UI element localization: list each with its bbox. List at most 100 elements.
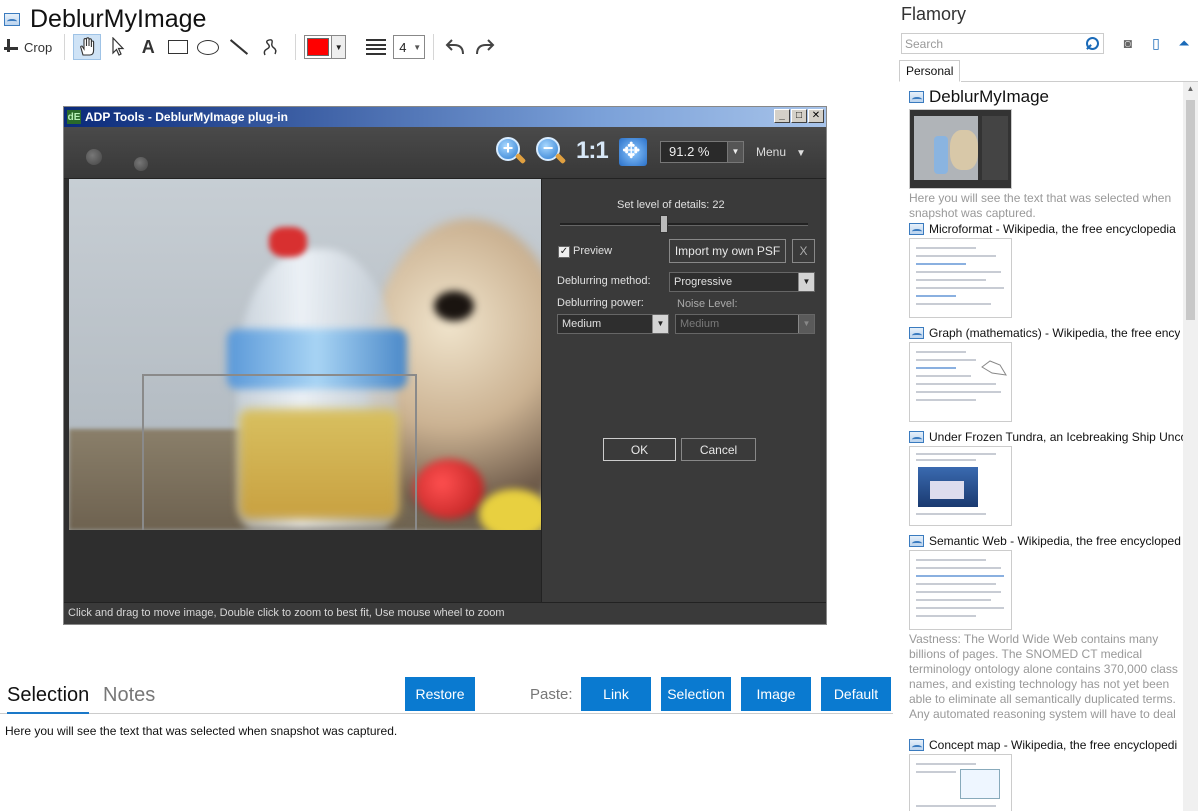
rectangle-tool-button[interactable] — [165, 34, 191, 60]
crop-button[interactable]: Crop — [4, 34, 52, 60]
preview-checkbox: ✓ — [558, 246, 570, 258]
snapshot-thumbnail — [909, 754, 1012, 811]
item-title: Semantic Web - Wikipedia, the free encyc… — [929, 534, 1181, 548]
preview-label: Preview — [573, 245, 613, 257]
line-width-value: 4 — [399, 39, 407, 55]
scroll-up-icon[interactable]: ▲ — [1183, 84, 1198, 98]
list-item[interactable]: Under Frozen Tundra, an Icebreaking Ship… — [909, 430, 1183, 526]
freehand-tool-button[interactable] — [257, 34, 283, 60]
chevron-down-icon[interactable]: ▼ — [331, 36, 346, 58]
hand-tool-button[interactable] — [73, 34, 102, 60]
cancel-button: Cancel — [681, 438, 756, 461]
snapshot-thumbnail — [909, 446, 1012, 526]
text-tool-button[interactable]: A — [135, 34, 161, 60]
select-tool-button[interactable] — [105, 34, 131, 60]
flamory-sidebar: Flamory Search ◙ ▯ ⏶ Personal DeblurMyIm… — [893, 0, 1198, 811]
search-input[interactable]: Search — [902, 37, 1085, 51]
undo-button[interactable] — [442, 34, 468, 60]
triangle-down-icon: ▼ — [796, 148, 806, 159]
undo-icon — [445, 39, 465, 55]
snapshot-thumbnail — [909, 109, 1012, 189]
line-tool-button[interactable] — [225, 34, 253, 60]
snapshot-title[interactable]: DeblurMyImage — [30, 5, 206, 34]
rectangle-icon — [168, 40, 189, 54]
list-item[interactable]: Concept map - Wikipedia, the free encycl… — [909, 738, 1183, 811]
page-icon — [909, 739, 924, 751]
item-title: Under Frozen Tundra, an Icebreaking Ship… — [929, 430, 1183, 444]
list-scrollbar[interactable]: ▲ — [1183, 82, 1198, 811]
clear-psf-button: X — [792, 239, 815, 263]
detail-slider-thumb — [660, 215, 669, 233]
paste-default-button[interactable]: Default — [821, 677, 891, 711]
method-label: Deblurring method: — [557, 275, 651, 287]
fit-to-window-icon — [619, 138, 647, 166]
camera-icon[interactable]: ◙ — [1119, 34, 1137, 52]
list-item[interactable]: Semantic Web - Wikipedia, the free encyc… — [909, 534, 1183, 724]
toolbar-divider — [354, 34, 355, 60]
snapshot-pane: DeblurMyImage Crop A ▼ 4 ▼ dE ADP Tools … — [0, 0, 893, 811]
redo-icon — [476, 39, 495, 55]
zoom-out-icon: − — [536, 137, 567, 167]
scroll-thumb[interactable] — [1186, 100, 1195, 320]
zoom-level-value: 91.2 % — [669, 144, 710, 159]
restore-button[interactable]: Restore — [405, 677, 475, 711]
page-icon — [909, 91, 924, 103]
blurred-photo — [69, 179, 541, 530]
line-width-select[interactable]: 4 ▼ — [393, 35, 426, 59]
detail-slider-track — [560, 223, 808, 226]
selection-rectangle — [142, 374, 417, 530]
detail-level-value: 22 — [712, 199, 725, 211]
list-item[interactable]: Graph (mathematics) - Wikipedia, the fre… — [909, 326, 1183, 422]
zoom-in-icon: + — [496, 137, 527, 167]
freehand-icon — [263, 39, 277, 56]
line-icon — [230, 39, 249, 55]
method-select: Progressive ▼ — [669, 272, 815, 292]
color-picker[interactable]: ▼ — [304, 35, 347, 59]
tab-personal[interactable]: Personal — [899, 60, 961, 82]
power-select: Medium ▼ — [557, 314, 669, 334]
selection-text[interactable]: Here you will see the text that was sele… — [5, 724, 397, 738]
toolbar-divider — [64, 34, 66, 60]
item-title: Microformat - Wikipedia, the free encycl… — [929, 222, 1176, 236]
hand-icon — [80, 37, 95, 56]
flamory-title: Flamory — [901, 4, 967, 24]
document-icon[interactable]: ▯ — [1147, 34, 1165, 52]
line-weight-icon — [366, 39, 387, 55]
import-psf-button: Import my own PSF — [669, 239, 786, 263]
plugin-title: ADP Tools - DeblurMyImage plug-in — [85, 110, 288, 124]
chevron-down-icon: ▼ — [727, 142, 743, 162]
toolbar-divider — [433, 34, 435, 60]
settings-panel: Set level of details: 22 ✓ Preview Impor… — [541, 179, 826, 602]
paste-selection-button[interactable]: Selection — [661, 677, 731, 711]
paste-link-button[interactable]: Link — [581, 677, 651, 711]
item-title: Graph (mathematics) - Wikipedia, the fre… — [929, 326, 1181, 340]
close-icon: ✕ — [808, 109, 824, 123]
tab-selection[interactable]: Selection — [7, 684, 90, 714]
chevron-down-icon: ▼ — [798, 315, 814, 333]
ellipse-tool-button[interactable] — [195, 34, 221, 60]
crop-label: Crop — [24, 39, 53, 55]
item-description: Here you will see the text that was sele… — [909, 191, 1172, 220]
power-label: Deblurring power: — [557, 297, 644, 309]
chevron-down-icon: ▼ — [652, 315, 668, 333]
list-item[interactable]: Microformat - Wikipedia, the free encycl… — [909, 222, 1183, 318]
actual-size-icon: 1:1 — [576, 137, 609, 164]
paste-image-button[interactable]: Image — [741, 677, 811, 711]
search-box[interactable]: Search — [901, 33, 1104, 54]
noise-select: Medium ▼ — [675, 314, 815, 334]
annotation-toolbar: Crop A ▼ 4 ▼ — [4, 33, 502, 61]
snapshot-thumbnail — [909, 550, 1012, 630]
detail-level-label: Set level of details: 22 — [617, 199, 725, 211]
paste-label: Paste: — [530, 686, 573, 703]
toolbar-divider — [295, 34, 297, 60]
redo-button[interactable] — [472, 34, 498, 60]
line-style-button[interactable] — [363, 34, 389, 60]
open-icon — [86, 149, 102, 165]
plugin-logo-icon: dE — [67, 110, 81, 124]
collapse-icon[interactable]: ⏶ — [1175, 34, 1193, 52]
noise-label: Noise Level: — [677, 298, 738, 310]
list-item[interactable]: DeblurMyImage Here you will see the text… — [909, 87, 1183, 221]
item-description: Vastness: The World Wide Web contains ma… — [909, 632, 1178, 724]
search-icon[interactable] — [1085, 36, 1099, 51]
tab-notes[interactable]: Notes — [103, 684, 155, 707]
